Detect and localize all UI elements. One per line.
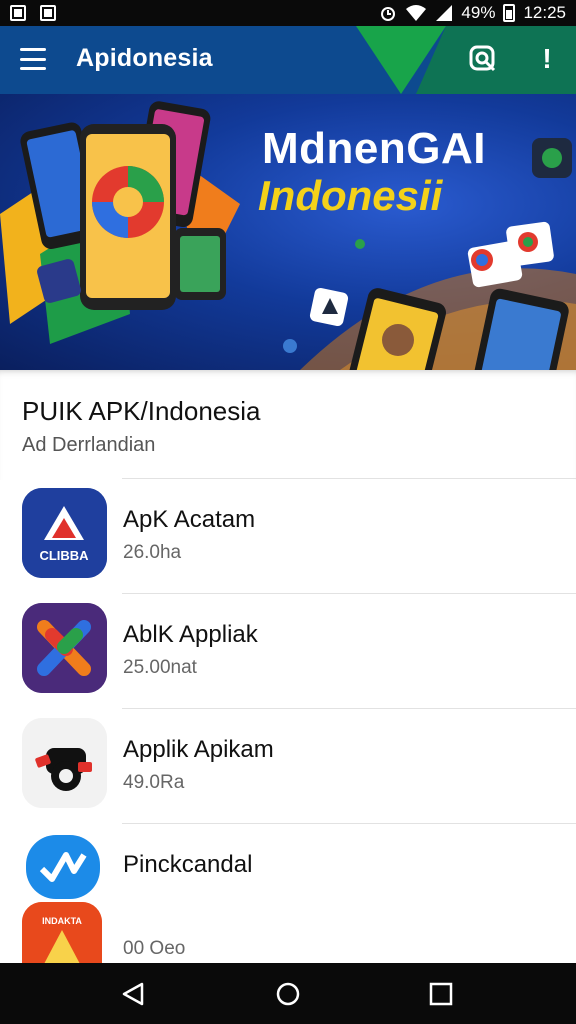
app-icon: INDAKTA — [22, 902, 102, 963]
camera-robot-icon — [22, 718, 107, 808]
home-icon[interactable] — [275, 981, 301, 1007]
section-subtitle: Ad Derrlandian — [22, 434, 156, 456]
section-header: PUIK APK/Indonesia Ad Derrlandian — [0, 370, 576, 480]
promo-banner[interactable]: MdnenGAI Indonesii — [0, 94, 576, 370]
app-icon-label: CLIBBA — [39, 548, 89, 563]
menu-button[interactable] — [20, 48, 46, 70]
app-size: 25.00nat — [123, 657, 197, 678]
app-icon-label: INDAKTA — [42, 916, 82, 926]
app-name: Applik Apikam — [123, 736, 274, 763]
list-item[interactable]: CLIBBA ApK Acatam 26.0ha — [0, 478, 576, 593]
navigation-bar — [0, 963, 576, 1024]
list-item[interactable]: Applik Apikam 49.0Ra — [0, 708, 576, 823]
app-logo-icon: CLIBBA — [22, 488, 107, 578]
app-logo-icon: INDAKTA — [22, 902, 102, 963]
divider — [122, 823, 576, 824]
x-logo-icon — [22, 603, 107, 693]
wifi-icon — [406, 5, 427, 21]
check-chart-icon — [26, 835, 100, 899]
alert-icon[interactable]: ! — [536, 44, 558, 74]
battery-icon — [503, 4, 516, 22]
notification-icon — [10, 5, 26, 21]
app-icon — [22, 603, 107, 693]
divider — [122, 478, 576, 479]
divider — [122, 708, 576, 709]
alarm-icon — [381, 7, 396, 21]
search-icon[interactable] — [468, 44, 498, 74]
app-icon — [22, 831, 107, 903]
app-title: Apidonesia — [76, 44, 213, 72]
app-icon — [22, 718, 107, 808]
divider — [122, 593, 576, 594]
banner-subtitle: Indonesii — [258, 172, 443, 219]
battery-percent: 49% — [461, 3, 496, 22]
list-item[interactable]: AblK Appliak 25.00nat — [0, 593, 576, 708]
menu-icon-bar — [20, 67, 46, 70]
list-item[interactable]: INDAKTA 00 Oeo — [0, 900, 576, 963]
app-size: 49.0Ra — [123, 772, 185, 793]
app-name: AblK Appliak — [123, 621, 258, 648]
menu-icon-bar — [20, 48, 46, 51]
banner-title: MdnenGAI — [262, 124, 486, 173]
app-icon: CLIBBA — [22, 488, 107, 578]
status-bar: 49% 12:25 — [0, 0, 576, 26]
gallery-notification-icon — [40, 5, 56, 21]
app-bar: Apidonesia ! — [0, 26, 576, 94]
app-size: 26.0ha — [123, 542, 182, 563]
app-name: ApK Acatam — [123, 506, 256, 533]
app-size: 00 Oeo — [123, 938, 186, 959]
menu-icon-bar — [20, 57, 46, 61]
back-icon[interactable] — [120, 981, 146, 1007]
signal-icon — [436, 5, 453, 21]
recents-icon[interactable] — [428, 981, 454, 1007]
section-title: PUIK APK/Indonesia — [22, 396, 261, 426]
app-name: Pinckcandal — [123, 851, 253, 878]
clock: 12:25 — [523, 3, 566, 22]
